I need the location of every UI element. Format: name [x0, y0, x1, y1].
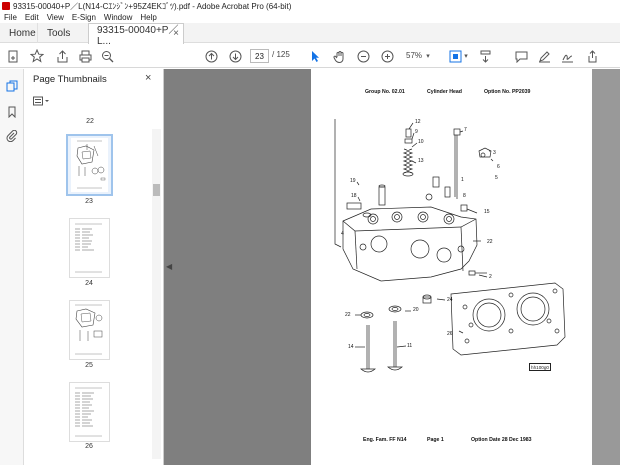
page-thumbnails-panel: Page Thumbnails × 22 23 24 25 26: [24, 69, 164, 465]
callout-19: 19: [350, 178, 356, 184]
create-file-icon[interactable]: [4, 44, 22, 68]
tab-document[interactable]: 93315-00040+P／L... ×: [88, 23, 184, 47]
bookmark-star-icon[interactable]: [28, 44, 46, 68]
callout-6: 6: [497, 164, 500, 170]
tab-tools[interactable]: Tools: [38, 23, 82, 43]
thumbnail-page-23[interactable]: [66, 134, 113, 196]
callout-7: 7: [464, 127, 467, 133]
thumbnail-page-26[interactable]: [69, 382, 110, 442]
page-fit-dropdown-icon[interactable]: ▾: [462, 44, 470, 68]
zoom-out-icon[interactable]: [354, 44, 372, 68]
callout-24: 24: [447, 297, 453, 303]
callout-2: 2: [489, 274, 492, 280]
page-number-input[interactable]: 23: [250, 49, 269, 63]
toolbar: 23 / 125 57% ▾ ▾: [0, 44, 620, 68]
menu-bar: File Edit View E-Sign Window Help: [0, 12, 620, 23]
callout-12: 12: [415, 119, 421, 125]
next-page-icon[interactable]: [226, 44, 244, 68]
menu-esign[interactable]: E-Sign: [72, 13, 96, 22]
thumbnail-options-icon[interactable]: [33, 96, 51, 108]
panel-close-icon[interactable]: ×: [145, 72, 151, 84]
callout-1: 1: [461, 177, 464, 183]
callout-10: 10: [418, 139, 424, 145]
upload-icon[interactable]: [53, 44, 71, 68]
document-viewport[interactable]: ◀ Group No. 02.01 Cylinder Head Option N…: [164, 69, 620, 465]
thumbnail-scrollbar-thumb[interactable]: [153, 184, 160, 196]
callout-8: 8: [463, 193, 466, 199]
thumbnail-label-23: 23: [85, 198, 93, 205]
bookmarks-icon[interactable]: [6, 106, 18, 119]
hand-tool-icon[interactable]: [330, 44, 348, 68]
zoom-search-icon[interactable]: [98, 44, 116, 68]
collapse-panel-arrow-icon[interactable]: ◀: [166, 262, 172, 271]
cylinder-head-exploded-diagram: [334, 119, 566, 373]
callout-5: 5: [495, 175, 498, 181]
highlight-pen-icon[interactable]: [535, 44, 553, 68]
fill-sign-icon[interactable]: [558, 44, 576, 68]
comment-icon[interactable]: [512, 44, 530, 68]
panel-title: Page Thumbnails: [33, 74, 107, 85]
thumbnail-page-24[interactable]: [69, 218, 110, 278]
menu-edit[interactable]: Edit: [25, 13, 39, 22]
previous-page-icon[interactable]: [202, 44, 220, 68]
thumbnail-label-25: 25: [85, 362, 93, 369]
zoom-level[interactable]: 57%: [406, 51, 422, 60]
menu-view[interactable]: View: [47, 13, 64, 22]
page-number-label: Page 1: [427, 437, 444, 443]
page-engine-family: Eng. Fam. FF N14: [363, 437, 407, 443]
acrobat-app-icon: [2, 2, 10, 10]
tab-home[interactable]: Home: [0, 23, 38, 43]
print-icon[interactable]: [76, 44, 94, 68]
tab-bar: Home Tools 93315-00040+P／L... ×: [0, 23, 620, 47]
pdf-page: Group No. 02.01 Cylinder Head Option No.…: [311, 69, 592, 465]
page-total: / 125: [272, 50, 290, 59]
callout-3: 3: [493, 150, 496, 156]
right-pane-strip: [592, 69, 620, 465]
menu-file[interactable]: File: [4, 13, 17, 22]
callout-15: 15: [484, 209, 490, 215]
page-option-date: Option Date 28 Dec 1983: [471, 437, 532, 443]
callout-20: 20: [413, 307, 419, 313]
thumbnail-page-25[interactable]: [69, 300, 110, 360]
callout-26: 26: [447, 331, 453, 337]
thumbnail-label-24: 24: [85, 280, 93, 287]
tab-close-icon[interactable]: ×: [173, 28, 179, 39]
share-icon[interactable]: [583, 44, 601, 68]
attachments-paperclip-icon[interactable]: [6, 129, 18, 143]
thumbnail-label-26: 26: [85, 443, 93, 450]
thumbnail-scrollbar[interactable]: [152, 129, 161, 459]
left-navigation-rail: [0, 69, 24, 465]
callout-11: 11: [407, 343, 413, 349]
callout-22-seat: 22: [345, 312, 351, 318]
select-cursor-icon[interactable]: [306, 44, 324, 68]
drawing-code: hh100g0: [529, 363, 551, 371]
window-title: 93315-00040+P／L(N14-Cｴﾝｼﾞﾝ+95Z4EKｺﾞﾂ).pd…: [13, 1, 292, 11]
callout-18: 18: [351, 193, 357, 199]
callout-14: 14: [348, 344, 354, 350]
zoom-in-icon[interactable]: [378, 44, 396, 68]
callout-4: 4: [341, 231, 344, 237]
zoom-dropdown-chevron-icon[interactable]: ▾: [424, 44, 432, 68]
callout-13: 13: [418, 158, 424, 164]
callout-22-head: 22: [487, 239, 493, 245]
title-bar: 93315-00040+P／L(N14-Cｴﾝｼﾞﾝ+95Z4EKｺﾞﾂ).pd…: [0, 0, 620, 12]
callout-9: 9: [415, 129, 418, 135]
scroll-mode-icon[interactable]: [476, 44, 494, 68]
page-thumbnails-icon[interactable]: [6, 80, 18, 92]
thumbnail-label-22: 22: [86, 118, 94, 125]
